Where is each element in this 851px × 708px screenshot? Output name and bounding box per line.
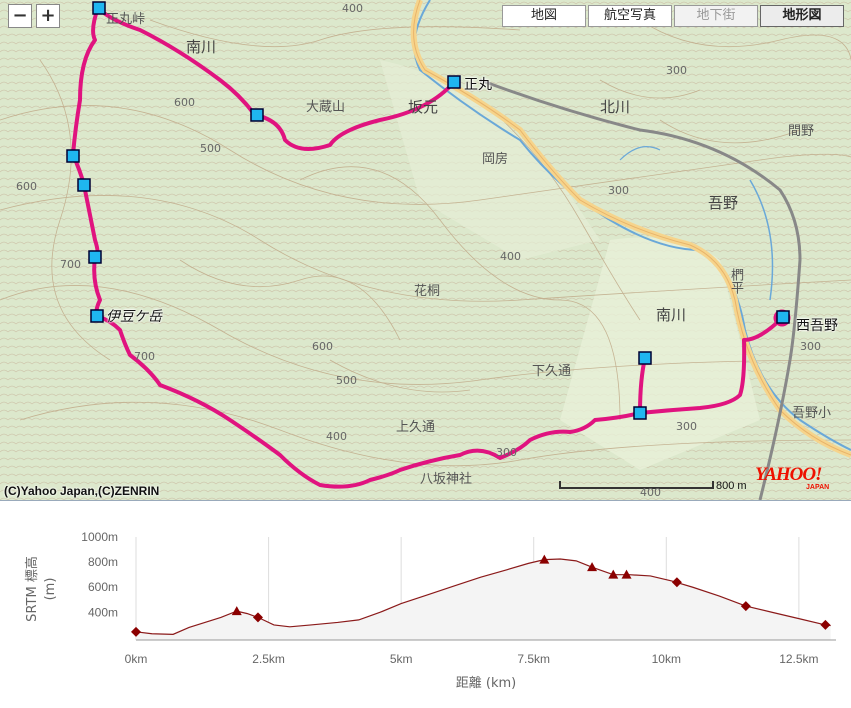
label-nishiagano: 西吾野 xyxy=(796,318,838,334)
map-type-standard[interactable]: 地図 xyxy=(502,5,586,27)
contour-label: 500 xyxy=(200,142,221,155)
contour-label: 700 xyxy=(134,350,155,363)
x-tick-label: 5km xyxy=(390,652,413,666)
label-kabira: 椚平 xyxy=(728,268,743,294)
contour-label: 300 xyxy=(608,184,629,197)
scale-bar-label: 800 m xyxy=(716,480,747,492)
label-shomaru: 正丸 xyxy=(464,77,492,93)
contour-label: 400 xyxy=(640,486,661,499)
y-axis-title: SRTM 標高 xyxy=(24,556,40,622)
contour-label: 300 xyxy=(676,420,697,433)
elevation-profile-chart: 0km 2.5km 5km 7.5km 10km 12.5km 1000m 800m 600m… xyxy=(24,530,836,691)
x-tick-label: 0km xyxy=(125,652,148,666)
contour-label: 300 xyxy=(666,64,687,77)
contour-label: 300 xyxy=(496,446,517,459)
contour-label: 700 xyxy=(60,258,81,271)
contour-label: 500 xyxy=(336,374,357,387)
x-tick-label: 2.5km xyxy=(252,652,285,666)
label-agano: 吾野 xyxy=(708,194,739,212)
contour-label: 400 xyxy=(342,2,363,15)
y-tick-label: 600m xyxy=(88,580,118,594)
label-shomaru-toge: 正丸峠 xyxy=(106,12,146,27)
label-minamikawa-north: 南川 xyxy=(186,38,217,56)
y-tick-label: 1000m xyxy=(81,530,118,544)
contour-label: 300 xyxy=(800,340,821,353)
label-mama: 間野 xyxy=(788,124,815,139)
contour-label: 400 xyxy=(326,430,347,443)
x-tick-labels: 0km 2.5km 5km 7.5km 10km 12.5km xyxy=(125,652,819,666)
label-kitakawa: 北川 xyxy=(600,98,631,116)
map-copyright: (C)Yahoo Japan,(C)ZENRIN xyxy=(4,484,160,498)
label-shimokudo: 下久通 xyxy=(532,364,572,379)
x-tick-label: 12.5km xyxy=(779,652,818,666)
contour-label: 600 xyxy=(312,340,333,353)
contour-label: 600 xyxy=(16,180,37,193)
x-axis-title: 距離 (km) xyxy=(456,676,516,691)
x-tick-label: 10km xyxy=(652,652,681,666)
label-kamikudo: 上久通 xyxy=(396,420,436,435)
label-izugatake: 伊豆ケ岳 xyxy=(106,309,162,325)
contour-label: 600 xyxy=(174,96,195,109)
label-agano-school: 吾野小 xyxy=(792,406,832,421)
map-type-aerial[interactable]: 航空写真 xyxy=(588,5,672,27)
label-hanagiri: 花桐 xyxy=(414,284,441,299)
yahoo-logo-sub: JAPAN xyxy=(806,484,830,491)
map-view[interactable]: − + 地図 航空写真 地下街 地形図 正丸 西吾野 伊豆ケ岳 正丸峠 南川 南… xyxy=(0,0,851,501)
y-tick-labels: 1000m 800m 600m 400m xyxy=(81,530,118,619)
zoom-in-button[interactable]: + xyxy=(36,4,60,28)
x-tick-label: 7.5km xyxy=(517,652,550,666)
label-yasaka: 八坂神社 xyxy=(420,472,473,487)
label-minamikawa-south: 南川 xyxy=(656,306,687,324)
yahoo-logo: YAHOO! xyxy=(755,464,822,485)
label-okuramiyama: 大蔵山 xyxy=(306,100,346,115)
y-tick-label: 800m xyxy=(88,555,118,569)
contour-label: 400 xyxy=(500,250,521,263)
map-type-switcher: 地図 航空写真 地下街 地形図 xyxy=(502,5,846,27)
y-axis-unit: (m) xyxy=(43,578,58,601)
zoom-out-button[interactable]: − xyxy=(8,4,32,28)
y-tick-label: 400m xyxy=(88,605,118,619)
map-type-underground: 地下街 xyxy=(674,5,758,27)
label-okabo: 岡房 xyxy=(482,152,509,167)
label-sakamoto: 坂元 xyxy=(408,98,439,116)
map-type-topographic[interactable]: 地形図 xyxy=(760,5,844,27)
